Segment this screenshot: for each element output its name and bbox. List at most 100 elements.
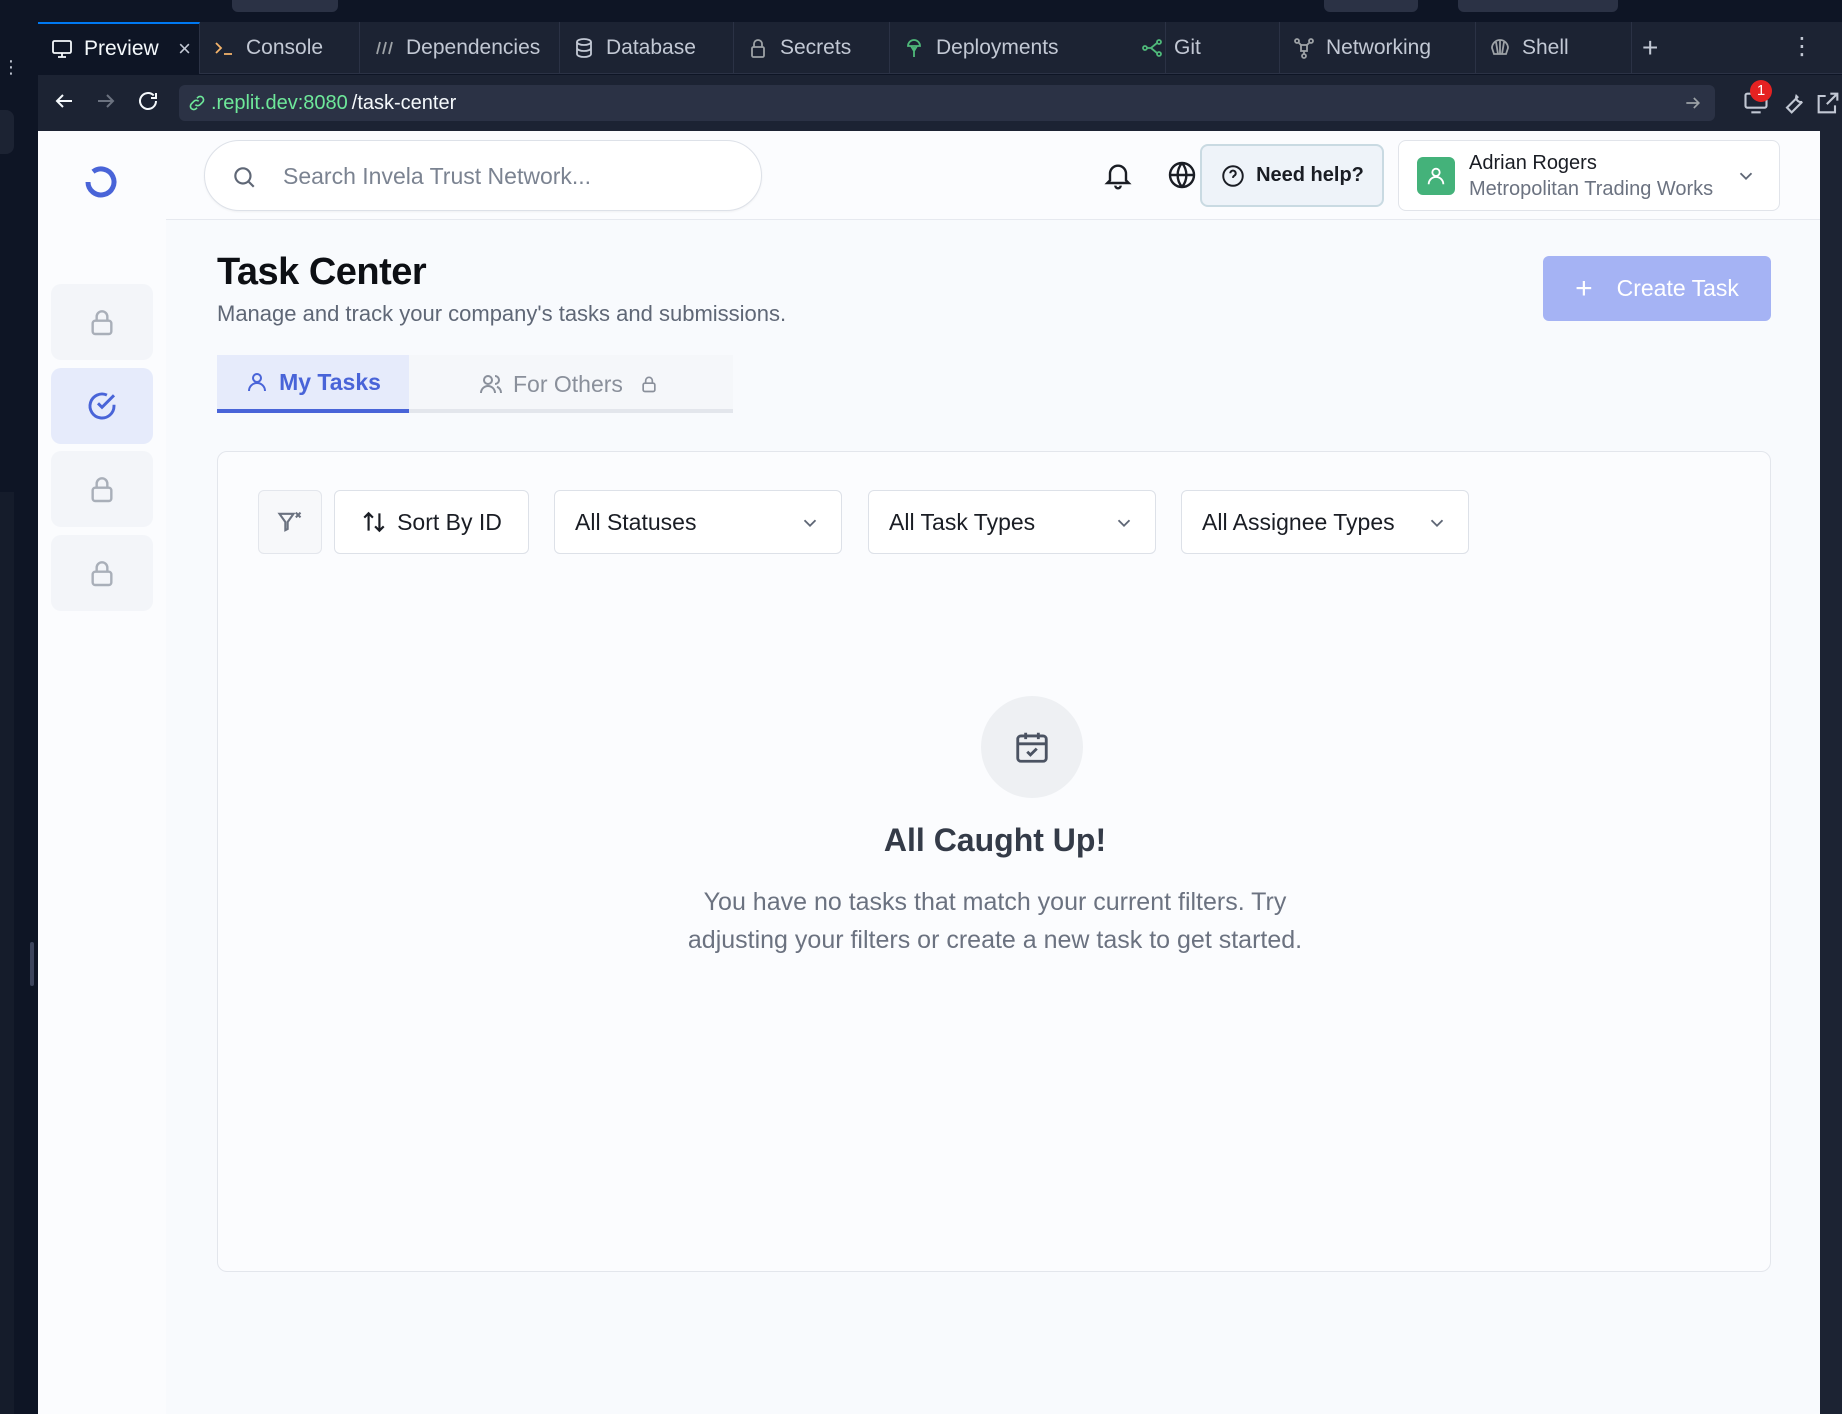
networking-icon [1294, 38, 1314, 59]
empty-state-title: All Caught Up! [883, 822, 1107, 858]
tab-label: Console [246, 36, 324, 59]
back-button[interactable] [50, 89, 78, 117]
search-icon [234, 167, 255, 188]
tasks-panel: Sort By ID All Statuses All Task Types A… [217, 451, 1771, 1272]
tab-deployments[interactable]: Deployments [890, 22, 1166, 74]
help-circle-icon [1222, 164, 1244, 187]
clear-filters-button[interactable] [258, 490, 322, 554]
sort-button[interactable]: Sort By ID [334, 490, 529, 554]
tab-label: Deployments [936, 36, 1059, 59]
close-icon[interactable]: × [178, 36, 191, 62]
go-arrow-icon[interactable] [1683, 93, 1703, 113]
app-sidebar [38, 131, 166, 1414]
reload-button[interactable] [134, 89, 162, 117]
tab-label: Secrets [780, 36, 852, 59]
bell-icon[interactable] [1102, 159, 1134, 191]
chevron-down-icon [803, 519, 817, 528]
task-type-select[interactable]: All Task Types [868, 490, 1156, 554]
search-bar[interactable] [204, 140, 762, 211]
tab-console[interactable]: Console [200, 22, 360, 74]
page-subtitle: Manage and track your company's tasks an… [217, 301, 787, 326]
user-icon [1427, 167, 1445, 185]
ide-tab-bar: Preview × Console Dependencies Database … [38, 22, 1842, 74]
chevron-down-icon [1739, 172, 1753, 181]
app-preview: Need help? Adrian Rogers Metropolitan Tr… [38, 131, 1820, 1414]
tab-for-others[interactable]: For Others [479, 355, 659, 413]
chevron-down-icon [1430, 519, 1444, 528]
gutter-panel-tab[interactable] [0, 110, 14, 154]
top-strip-pill [1458, 0, 1618, 12]
lock-icon [91, 310, 113, 336]
user-name: Adrian Rogers [1469, 152, 1597, 174]
user-company: Metropolitan Trading Works [1469, 178, 1714, 200]
top-strip [0, 0, 1842, 22]
sidebar-item-task-center[interactable] [51, 368, 153, 444]
sidebar-item-locked-1[interactable] [51, 284, 153, 360]
avatar [1417, 157, 1455, 195]
user-menu[interactable]: Adrian Rogers Metropolitan Trading Works [1398, 140, 1780, 211]
wrench-icon[interactable] [1780, 89, 1808, 117]
lock-icon [642, 376, 656, 393]
gutter-more-icon[interactable]: ⋮ [2, 58, 20, 76]
add-tab-button[interactable]: + [1642, 32, 1658, 64]
sort-arrows-icon [363, 511, 385, 533]
user-icon [248, 373, 267, 392]
dependencies-icon [376, 41, 393, 55]
url-bar: .replit.dev:8080/task-center [38, 75, 1842, 131]
tab-label: Shell [1522, 36, 1569, 59]
need-help-button[interactable]: Need help? [1200, 144, 1384, 207]
lock-icon [91, 477, 113, 503]
tab-bar-menu-icon[interactable]: ⋮ [1790, 32, 1814, 61]
arrow-left-icon [55, 94, 72, 108]
create-task-button[interactable]: + Create Task [1543, 256, 1771, 321]
status-select-value: All Statuses [575, 508, 697, 535]
lock-icon [91, 561, 113, 587]
top-strip-pill [232, 0, 338, 12]
tab-dependencies[interactable]: Dependencies [360, 22, 560, 74]
filter-x-icon [277, 511, 302, 532]
link-icon [189, 95, 205, 111]
terminal-icon [215, 42, 232, 55]
assignee-type-select-value: All Assignee Types [1202, 508, 1395, 535]
tab-database[interactable]: Database [560, 22, 734, 74]
tab-git[interactable]: Git [1128, 22, 1280, 74]
search-input[interactable] [283, 159, 743, 193]
arrow-right-icon [98, 94, 115, 108]
top-strip-pill [1324, 0, 1418, 12]
shell-icon [1491, 39, 1509, 55]
page-title: Task Center [217, 251, 427, 293]
empty-state-message: You have no tasks that match your curren… [687, 888, 1303, 954]
sidebar-item-locked-3[interactable] [51, 535, 153, 611]
need-help-label: Need help? [1256, 164, 1364, 186]
tab-label: Git [1174, 36, 1201, 59]
tab-label: Dependencies [406, 36, 541, 59]
deployments-icon [907, 39, 921, 57]
users-icon [480, 375, 502, 394]
tab-shell[interactable]: Shell [1476, 22, 1632, 74]
invela-logo-icon[interactable] [80, 161, 122, 203]
assignee-type-select[interactable]: All Assignee Types [1181, 490, 1469, 554]
database-icon [576, 38, 592, 58]
tab-label: Networking [1326, 36, 1432, 59]
resize-handle[interactable] [30, 942, 34, 986]
forward-button[interactable] [92, 89, 120, 117]
monitor-icon [52, 40, 72, 58]
tab-networking[interactable]: Networking [1280, 22, 1476, 74]
globe-icon[interactable] [1166, 159, 1198, 191]
tab-my-tasks[interactable]: My Tasks [217, 355, 409, 413]
tab-label: Preview [84, 37, 159, 60]
tab-secrets[interactable]: Secrets [734, 22, 890, 74]
sidebar-item-locked-2[interactable] [51, 451, 153, 527]
open-in-new-tab-icon[interactable] [1814, 89, 1842, 117]
notification-badge: 1 [1750, 80, 1772, 102]
create-task-label: Create Task [1616, 275, 1739, 301]
url-field[interactable]: .replit.dev:8080/task-center [179, 85, 1715, 121]
task-tabs: My Tasks For Others [217, 355, 733, 413]
app-header: Need help? Adrian Rogers Metropolitan Tr… [166, 131, 1820, 220]
chevron-down-icon [1117, 519, 1131, 528]
tab-preview[interactable]: Preview × [38, 22, 200, 74]
gutter-shade [0, 492, 14, 1414]
ide-left-gutter: ⋮ [0, 22, 38, 1414]
sort-label: Sort By ID [397, 508, 502, 535]
status-select[interactable]: All Statuses [554, 490, 842, 554]
